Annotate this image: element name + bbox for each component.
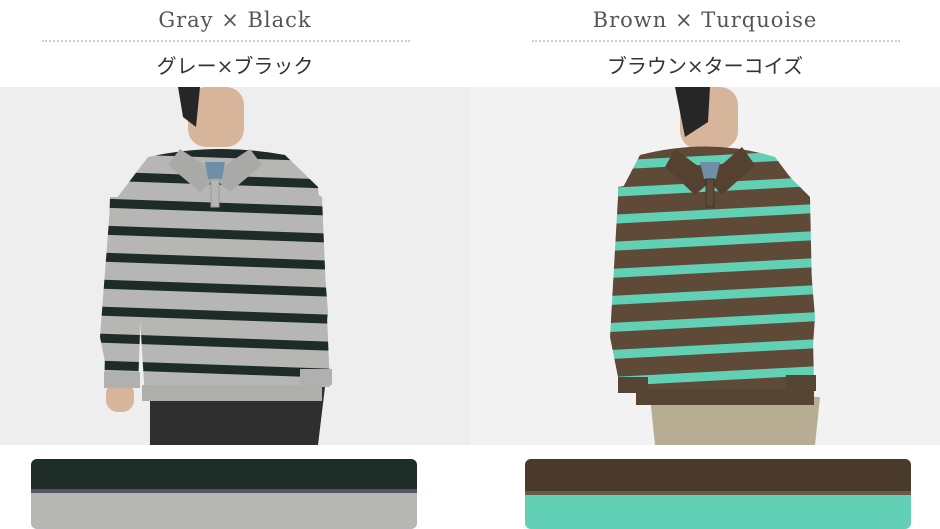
color-name-japanese: ブラウン×ターコイズ [606, 54, 804, 78]
model-wearing-polo-sweater [0, 87, 470, 445]
product-variant-gray-black: Gray × Black グレー×ブラック [0, 0, 470, 529]
model-photo [470, 87, 940, 445]
dotted-divider [42, 40, 410, 42]
model-wearing-polo-sweater [470, 87, 940, 445]
color-name-english: Gray × Black [158, 8, 312, 32]
product-variant-brown-turquoise: Brown × Turquoise ブラウン×ターコイズ [470, 0, 940, 529]
fabric-swatch [31, 459, 417, 529]
color-name-japanese: グレー×ブラック [156, 54, 314, 78]
fabric-swatch-image [525, 459, 911, 529]
fabric-swatch-image [31, 459, 417, 529]
color-name-english: Brown × Turquoise [592, 8, 818, 32]
dotted-divider [532, 40, 900, 42]
fabric-swatch [525, 459, 911, 529]
model-photo [0, 87, 470, 445]
